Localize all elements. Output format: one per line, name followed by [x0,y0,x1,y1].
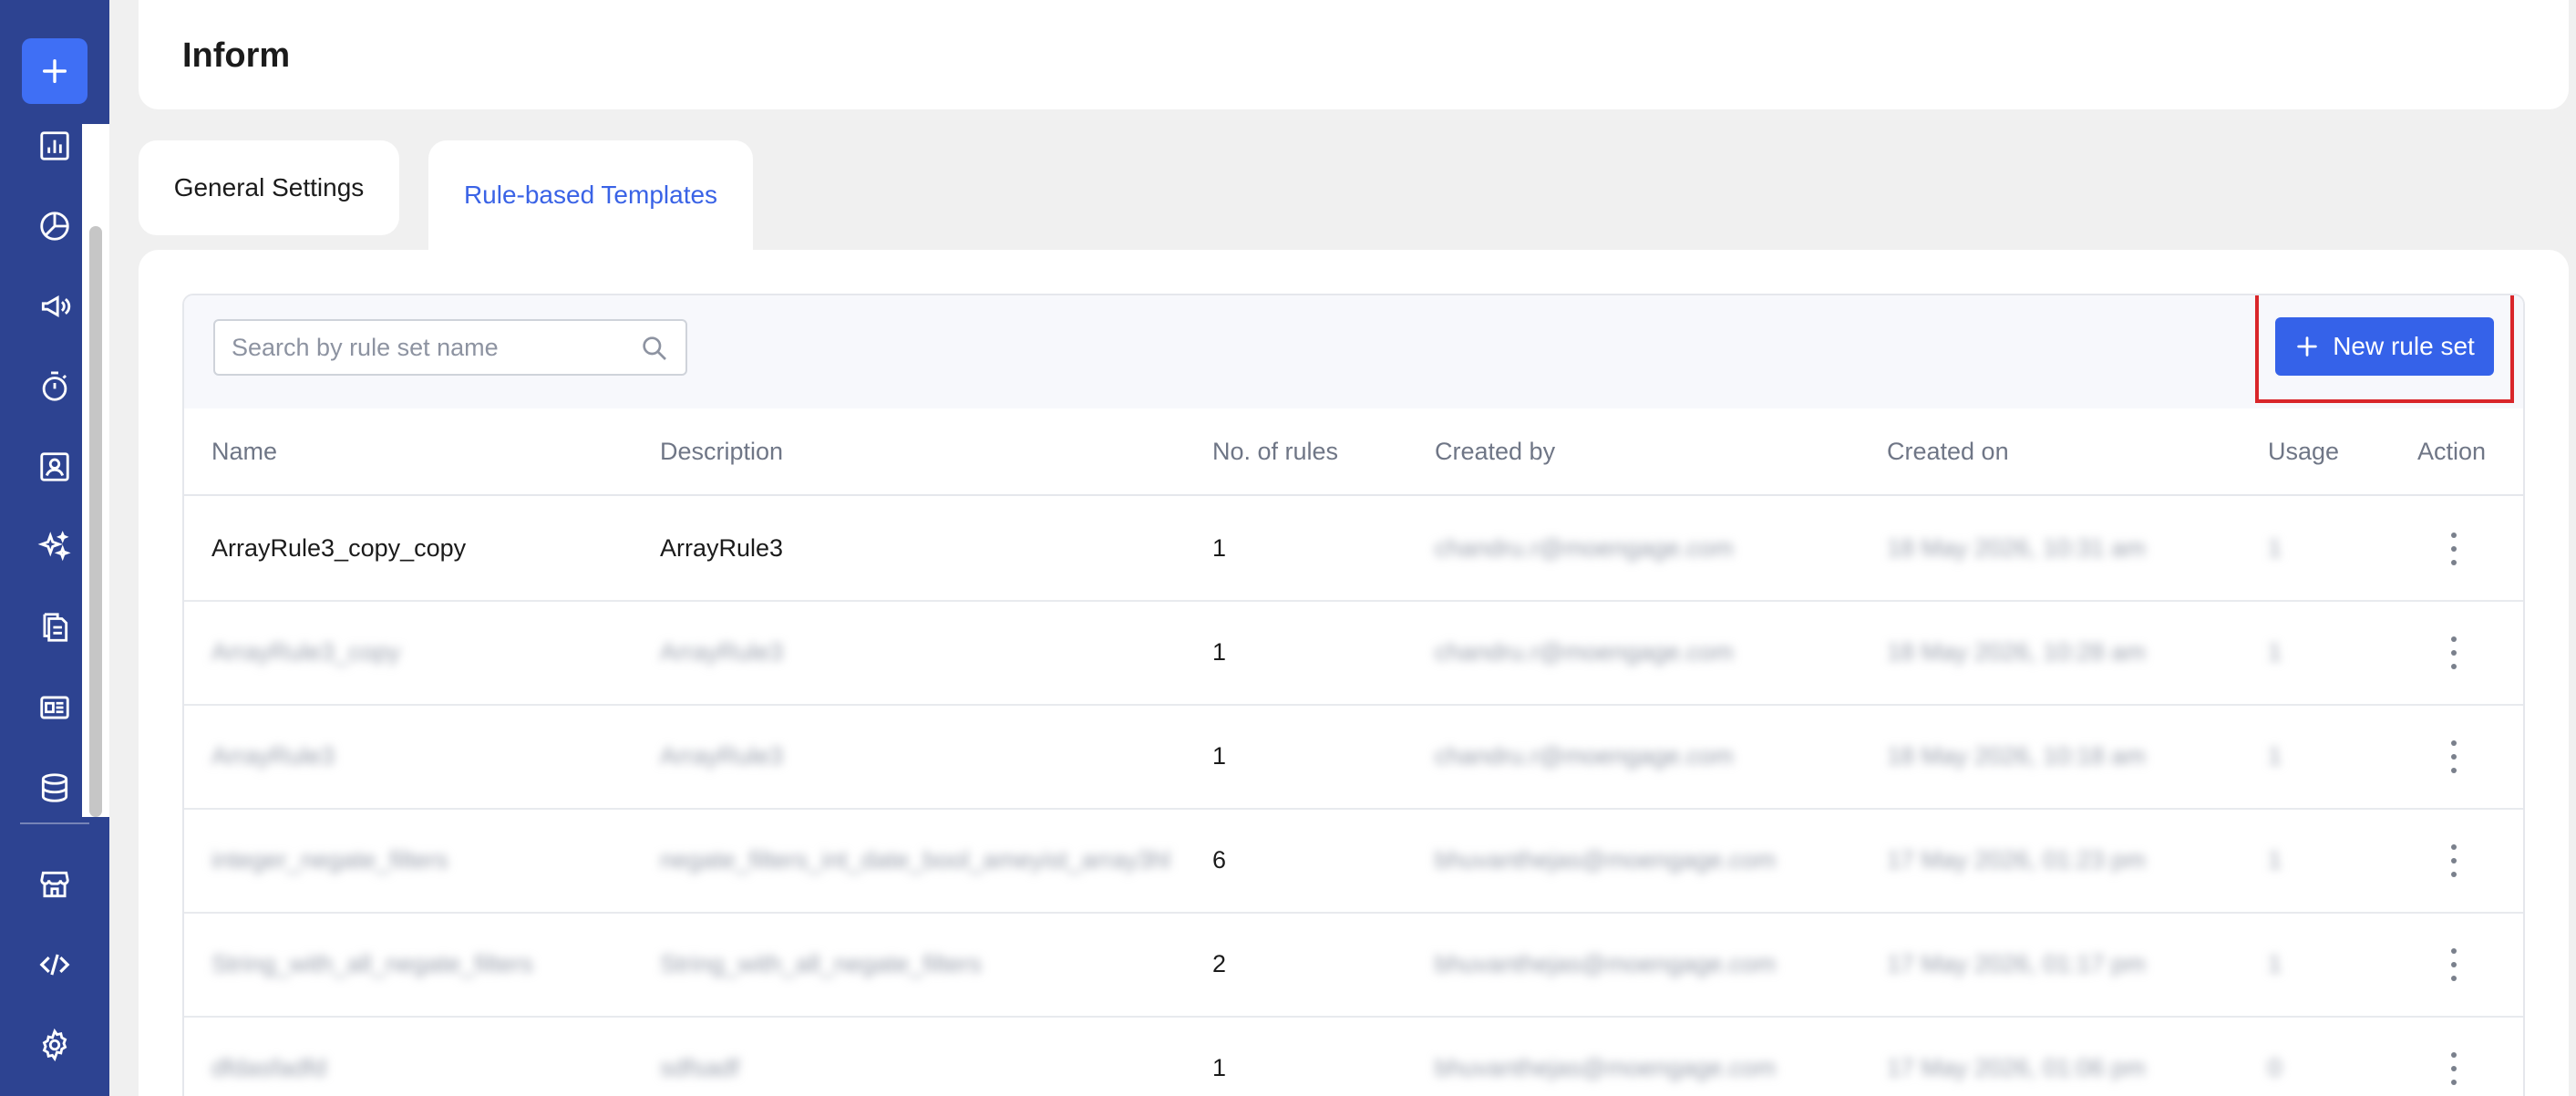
row-actions-menu-icon[interactable] [2448,844,2459,877]
pie-chart-icon [40,212,69,241]
cell-created-by: chandru.r@moengage.com [1435,742,1734,770]
sidebar-scrollbar[interactable] [89,226,102,817]
cell-rules: 1 [1212,534,1227,562]
cell-name[interactable]: ArrayRule3 [211,742,335,770]
stopwatch-icon [42,371,67,401]
cell-rules: 2 [1212,950,1227,977]
cell-created-by: bhuvanthejas@moengage.com [1435,950,1777,977]
cell-usage: 1 [2268,950,2282,977]
cell-description: sdfsadf [660,1054,740,1081]
cell-name[interactable]: ArrayRule3_copy [211,638,400,667]
code-icon [39,954,70,976]
cell-description: ArrayRule3 [660,638,784,666]
tab-connector [428,237,753,255]
search-icon[interactable] [640,334,669,363]
page-title: Inform [182,36,291,75]
column-header-created-by[interactable]: Created by [1435,438,1555,466]
column-header-name[interactable]: Name [211,438,277,466]
user-profile-icon [40,452,69,481]
plus-icon [42,58,67,84]
nav-segments[interactable] [27,199,82,253]
database-icon [41,773,68,802]
cell-name[interactable]: dfdasfadfd [211,1054,326,1082]
row-actions-menu-icon[interactable] [2448,740,2459,773]
table-row[interactable]: String_with_all_negate_filters String_wit… [184,914,2523,1018]
cell-description: negate_filters_int_date_bool_ameyist_arr… [660,846,1170,874]
cell-name[interactable]: ArrayRule3_copy_copy [211,534,466,563]
nav-settings[interactable] [27,1018,82,1072]
cell-usage: 1 [2268,742,2282,770]
nav-developer[interactable] [27,937,82,992]
nav-analytics[interactable] [27,119,82,173]
tab-general-settings[interactable]: General Settings [139,140,399,235]
row-actions-menu-icon[interactable] [2448,948,2459,981]
new-rule-set-label: New rule set [2333,332,2475,360]
cell-name[interactable]: integer_negate_filters [211,846,448,874]
sidebar [0,0,109,1096]
cell-created-on: 18 May 2026, 10:18 am [1887,742,2146,770]
create-button[interactable] [22,38,88,104]
gear-icon [42,1028,67,1062]
cell-description: ArrayRule3 [660,742,784,770]
store-icon [40,871,69,898]
cell-created-on: 18 May 2026, 10:31 am [1887,534,2146,562]
column-header-created-on[interactable]: Created on [1887,438,2009,466]
cell-created-on: 18 May 2026, 10:28 am [1887,638,2146,666]
table-header: Name Description No. of rules Created by… [184,408,2523,496]
nav-campaigns[interactable] [27,279,82,334]
cell-created-by: chandru.r@moengage.com [1435,638,1734,666]
table-row[interactable]: ArrayRule3 ArrayRule3 1 chandru.r@moengage.… [184,706,2523,810]
cell-created-by: bhuvanthejas@moengage.com [1435,1054,1777,1081]
cell-usage: 1 [2268,846,2282,874]
table-toolbar: New rule set [184,295,2523,408]
column-header-rules[interactable]: No. of rules [1212,438,1338,466]
plus-icon [2297,336,2317,357]
rule-sets-table: New rule set Name Description No. of rul… [182,294,2525,1096]
search-input[interactable] [232,333,614,362]
cell-created-on: 17 May 2026, 01:06 pm [1887,1054,2146,1081]
documents-icon [43,613,68,642]
cell-usage: 1 [2268,534,2282,562]
cell-created-on: 17 May 2026, 01:17 pm [1887,950,2146,977]
nav-flows[interactable] [27,359,82,414]
cell-created-by: chandru.r@moengage.com [1435,534,1734,562]
nav-ai[interactable] [27,520,82,574]
page-header: Inform [139,0,2569,109]
row-actions-menu-icon[interactable] [2448,532,2459,565]
table-row[interactable]: integer_negate_filters negate_filters_int… [184,810,2523,914]
cell-rules: 1 [1212,1054,1227,1081]
new-rule-set-button[interactable]: New rule set [2275,317,2494,376]
table-row[interactable]: ArrayRule3_copy ArrayRule3 1 chandru.r@moen… [184,602,2523,706]
nav-data[interactable] [27,760,82,815]
column-header-action: Action [2417,438,2487,465]
cell-rules: 1 [1212,638,1227,666]
cell-rules: 6 [1212,846,1227,874]
nav-content[interactable] [27,600,82,655]
table-row[interactable]: ArrayRule3_copy_copy ArrayRule3 1 chandru.r… [184,498,2523,602]
sparkle-icon [37,531,71,562]
row-actions-menu-icon[interactable] [2448,636,2459,669]
row-actions-menu-icon[interactable] [2448,1052,2459,1085]
column-header-usage[interactable]: Usage [2268,438,2339,466]
cell-usage: 1 [2268,638,2282,666]
nav-templates[interactable] [27,680,82,735]
cell-rules: 1 [1212,742,1227,770]
cell-usage: 0 [2268,1054,2282,1081]
column-header-description[interactable]: Description [660,438,783,466]
tab-rule-based-templates[interactable]: Rule-based Templates [428,140,753,250]
newspaper-icon [40,696,69,719]
search-box[interactable] [213,319,687,376]
cell-created-on: 17 May 2026, 01:23 pm [1887,846,2146,874]
cell-created-by: bhuvanthejas@moengage.com [1435,846,1777,874]
bar-chart-icon [40,131,69,160]
cell-description: ArrayRule3 [660,534,784,562]
nav-marketplace[interactable] [27,857,82,912]
cell-description: String_with_all_negate_filters [660,950,982,977]
megaphone-icon [41,295,71,317]
sidebar-divider [20,822,89,824]
cell-name[interactable]: String_with_all_negate_filters [211,950,533,978]
table-row[interactable]: dfdasfadfd sdfsadf 1 bhuvanthejas@moengage.… [184,1018,2523,1096]
nav-users[interactable] [27,439,82,494]
